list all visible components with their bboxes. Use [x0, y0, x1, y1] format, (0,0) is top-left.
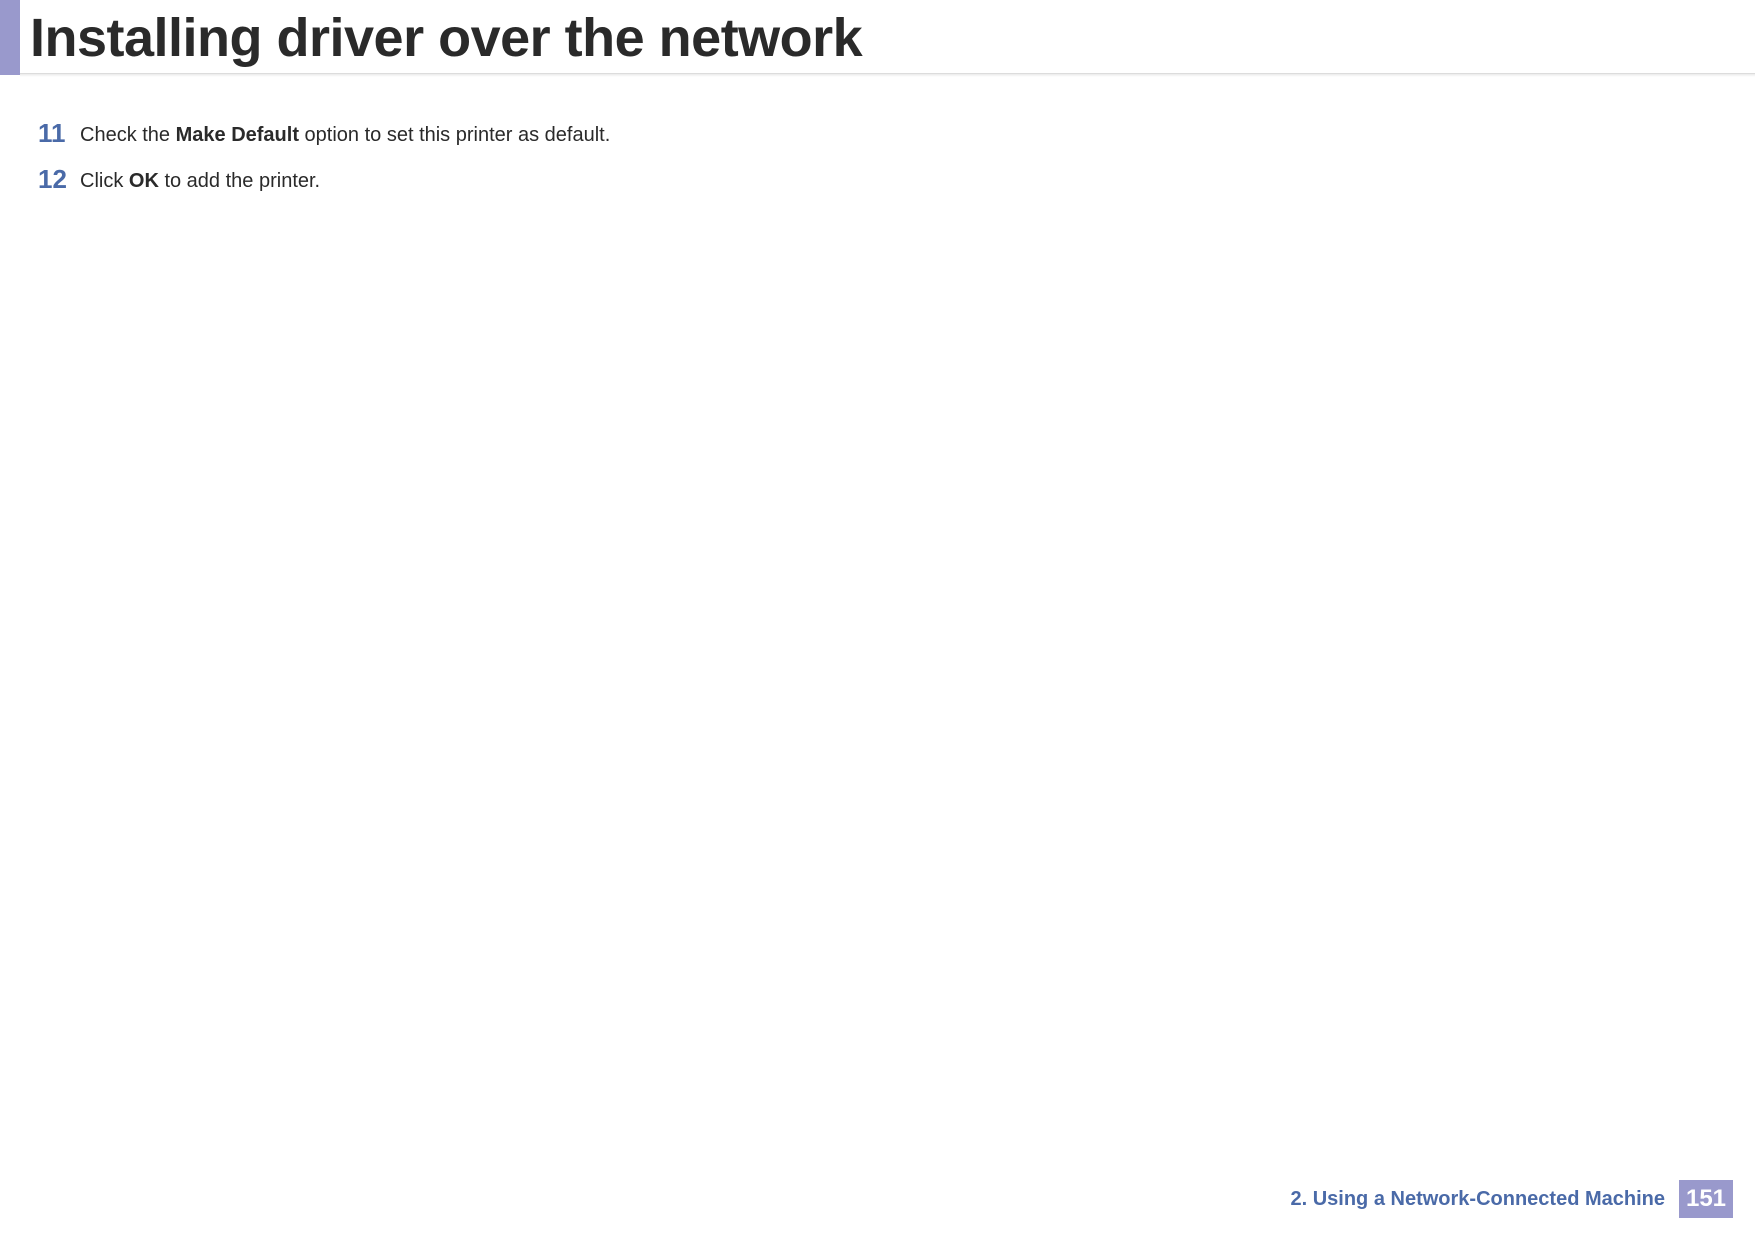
- footer-chapter: 2. Using a Network-Connected Machine: [1290, 1188, 1665, 1211]
- header-divider: [20, 73, 1755, 77]
- page-footer: 2. Using a Network-Connected Machine 151: [1290, 1180, 1733, 1218]
- step-text-bold: OK: [129, 170, 159, 192]
- step-text-pre: Click: [80, 170, 129, 192]
- header-accent-bar: [0, 0, 20, 75]
- step-number: 12: [38, 166, 80, 192]
- footer-page-number: 151: [1679, 1180, 1733, 1218]
- step-number: 11: [38, 120, 80, 146]
- page-header: Installing driver over the network: [0, 0, 1755, 75]
- content-area: 11 Check the Make Default option to set …: [0, 75, 1755, 194]
- step-text: Click OK to add the printer.: [80, 166, 320, 194]
- step-text-post: to add the printer.: [159, 170, 320, 192]
- step-11: 11 Check the Make Default option to set …: [38, 120, 1755, 148]
- step-text-pre: Check the: [80, 124, 176, 146]
- step-12: 12 Click OK to add the printer.: [38, 166, 1755, 194]
- step-text-post: option to set this printer as default.: [299, 124, 610, 146]
- page-title: Installing driver over the network: [20, 7, 862, 69]
- step-text: Check the Make Default option to set thi…: [80, 120, 610, 148]
- step-text-bold: Make Default: [176, 124, 299, 146]
